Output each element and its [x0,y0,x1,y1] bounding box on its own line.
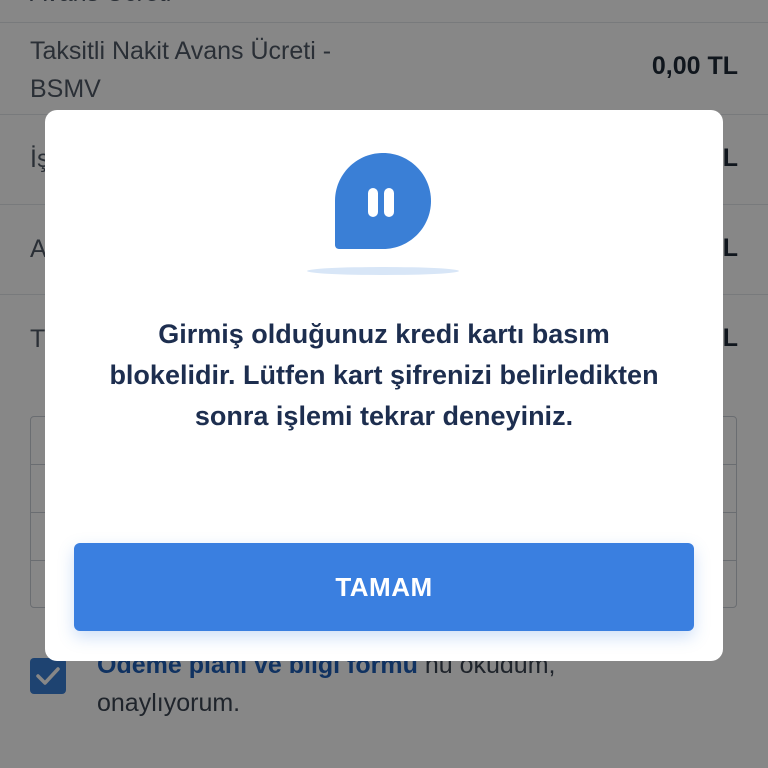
ok-button[interactable]: TAMAM [74,543,694,631]
alert-dialog: Girmiş olduğunuz kredi kartı basım bloke… [45,110,723,661]
screen: Avans Ücreti Taksitli Nakit Avans Ücreti… [0,0,768,768]
dialog-message: Girmiş olduğunuz kredi kartı basım bloke… [109,319,659,431]
icon-shadow [307,267,459,275]
pause-chat-bubble-icon [335,153,431,249]
